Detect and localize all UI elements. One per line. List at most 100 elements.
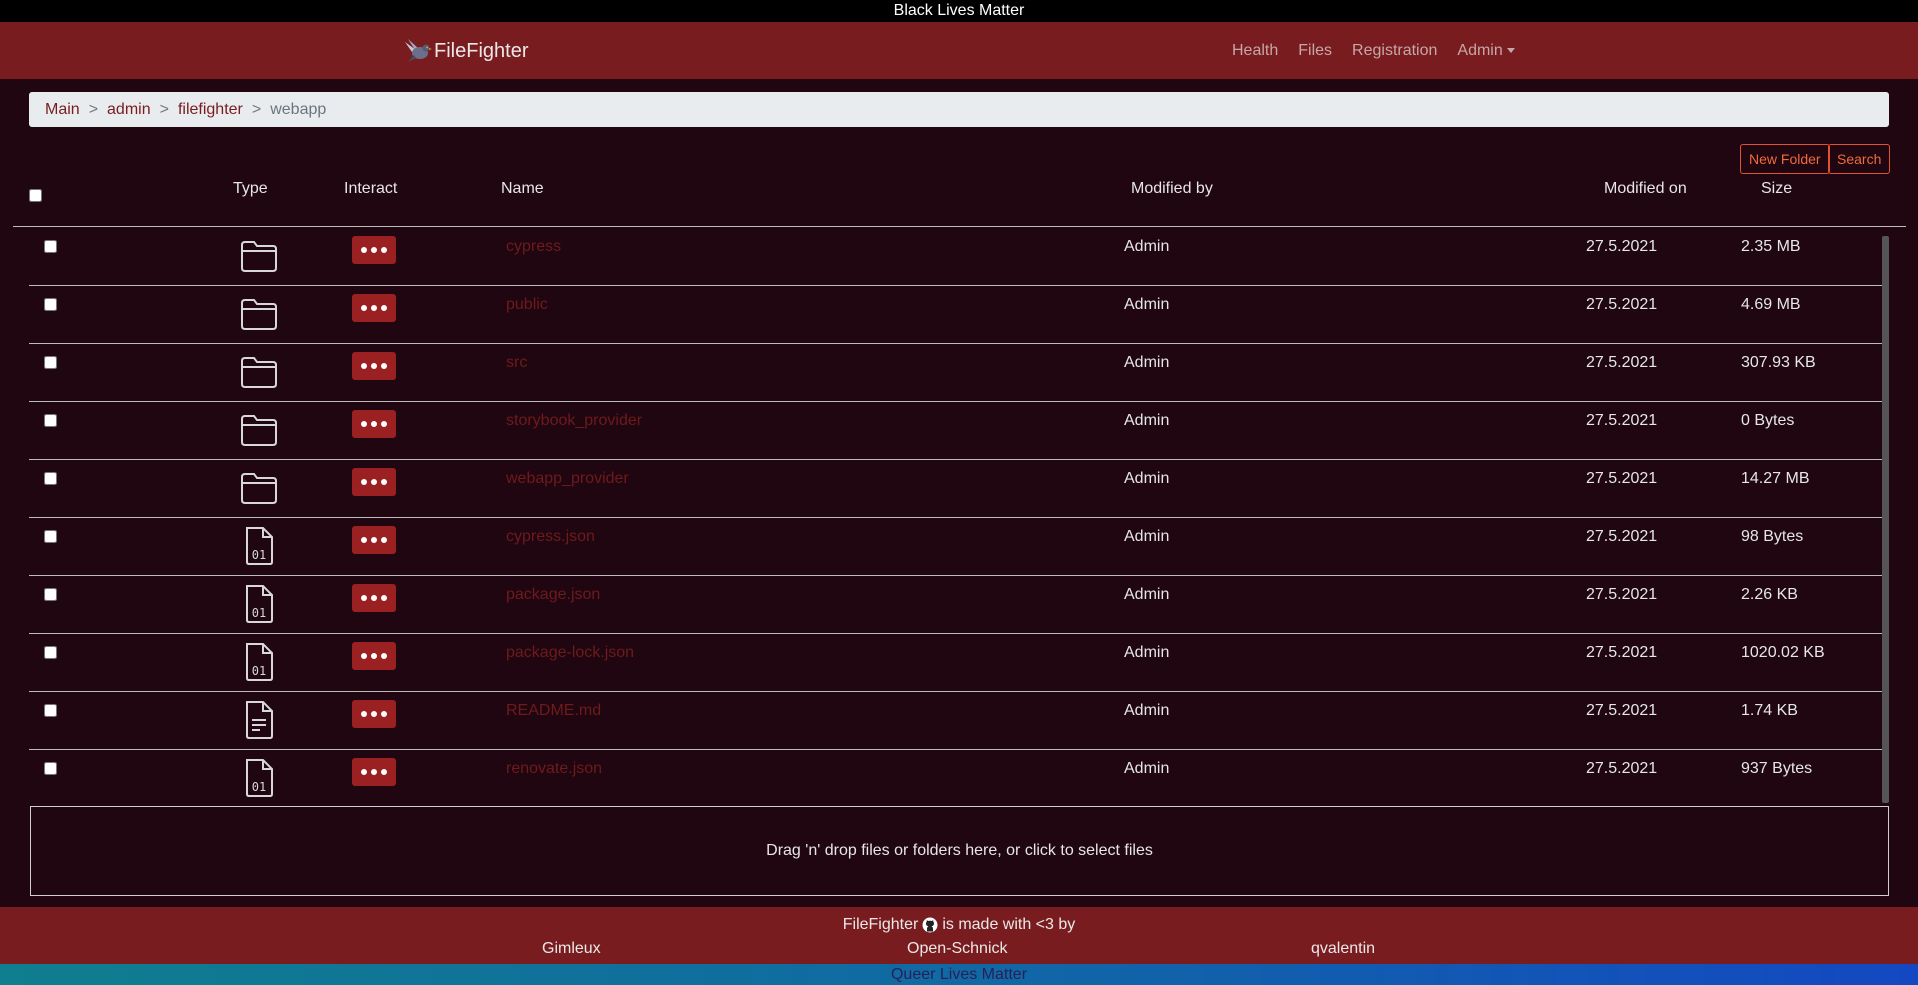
row-checkbox[interactable] bbox=[44, 298, 57, 311]
more-options-button[interactable] bbox=[352, 584, 396, 612]
row-checkbox[interactable] bbox=[44, 704, 57, 717]
row-checkbox[interactable] bbox=[44, 588, 57, 601]
file-size: 1020.02 KB bbox=[1741, 644, 1825, 661]
dot-icon bbox=[371, 595, 377, 601]
modified-by: Admin bbox=[1124, 354, 1170, 371]
header-modified-by[interactable]: Modified by bbox=[1131, 180, 1213, 198]
file-name-link[interactable]: renovate.json bbox=[506, 760, 602, 778]
table-row[interactable]: 01 renovate.json Admin 27.5.2021 937 Bytes bbox=[29, 750, 1882, 803]
more-options-button[interactable] bbox=[352, 352, 396, 380]
svg-text:01: 01 bbox=[252, 606, 266, 620]
header-name[interactable]: Name bbox=[501, 180, 544, 198]
modified-on: 27.5.2021 bbox=[1586, 354, 1658, 371]
table-row[interactable]: public Admin 27.5.2021 4.69 MB bbox=[29, 286, 1882, 344]
table-row[interactable]: storybook_provider Admin 27.5.2021 0 Bytes bbox=[29, 402, 1882, 460]
select-all-checkbox[interactable] bbox=[29, 189, 42, 202]
breadcrumb-main[interactable]: Main bbox=[45, 101, 80, 119]
contributor-link[interactable]: Gimleux bbox=[542, 940, 601, 958]
row-checkbox[interactable] bbox=[44, 646, 57, 659]
more-options-button[interactable] bbox=[352, 410, 396, 438]
contributor-link[interactable]: qvalentin bbox=[1311, 940, 1375, 958]
table-header: Type Interact Name Modified by Modified … bbox=[0, 180, 1918, 228]
table-row[interactable]: 01 cypress.json Admin 27.5.2021 98 Bytes bbox=[29, 518, 1882, 576]
file-size: 2.26 KB bbox=[1741, 586, 1798, 603]
dot-icon bbox=[381, 305, 387, 311]
modified-by: Admin bbox=[1124, 760, 1170, 777]
file-size: 0 Bytes bbox=[1741, 412, 1795, 429]
footer: FileFighter is made with <3 by Gimleux O… bbox=[0, 907, 1918, 964]
text-file-icon bbox=[238, 700, 280, 740]
more-options-button[interactable] bbox=[352, 236, 396, 264]
nav-health[interactable]: Health bbox=[1232, 42, 1278, 60]
dot-icon bbox=[381, 421, 387, 427]
search-button[interactable]: Search bbox=[1828, 144, 1891, 174]
dot-icon bbox=[361, 537, 367, 543]
more-options-button[interactable] bbox=[352, 526, 396, 554]
binary-file-icon: 01 bbox=[238, 526, 280, 566]
more-options-button[interactable] bbox=[352, 468, 396, 496]
dot-icon bbox=[381, 653, 387, 659]
row-checkbox[interactable] bbox=[44, 472, 57, 485]
more-options-button[interactable] bbox=[352, 758, 396, 786]
file-name-link[interactable]: cypress.json bbox=[506, 528, 595, 546]
file-name-link[interactable]: public bbox=[506, 296, 548, 314]
nav-admin-dropdown[interactable]: Admin bbox=[1457, 41, 1515, 60]
modified-on: 27.5.2021 bbox=[1586, 702, 1658, 719]
new-folder-button[interactable]: New Folder bbox=[1740, 144, 1830, 174]
file-name-link[interactable]: README.md bbox=[506, 702, 601, 720]
bottom-banner: Queer Lives Matter bbox=[0, 964, 1918, 985]
header-divider bbox=[13, 226, 1906, 227]
file-list[interactable]: cypress Admin 27.5.2021 2.35 MB public Admin 2… bbox=[29, 228, 1882, 803]
table-row[interactable]: webapp_provider Admin 27.5.2021 14.27 MB bbox=[29, 460, 1882, 518]
brand-name: FileFighter bbox=[434, 39, 529, 62]
more-options-button[interactable] bbox=[352, 700, 396, 728]
nav-admin-label: Admin bbox=[1457, 41, 1503, 59]
more-options-button[interactable] bbox=[352, 294, 396, 322]
table-row[interactable]: README.md Admin 27.5.2021 1.74 KB bbox=[29, 692, 1882, 750]
contributor-link[interactable]: Open-Schnick bbox=[907, 940, 1008, 958]
modified-by: Admin bbox=[1124, 238, 1170, 255]
nav-registration[interactable]: Registration bbox=[1352, 42, 1437, 60]
dot-icon bbox=[361, 769, 367, 775]
dot-icon bbox=[371, 305, 377, 311]
row-checkbox[interactable] bbox=[44, 356, 57, 369]
table-row[interactable]: cypress Admin 27.5.2021 2.35 MB bbox=[29, 228, 1882, 286]
file-name-link[interactable]: webapp_provider bbox=[506, 470, 629, 488]
more-options-button[interactable] bbox=[352, 642, 396, 670]
file-name-link[interactable]: package-lock.json bbox=[506, 644, 634, 662]
dot-icon bbox=[361, 421, 367, 427]
row-checkbox[interactable] bbox=[44, 762, 57, 775]
table-row[interactable]: 01 package-lock.json Admin 27.5.2021 1020.02… bbox=[29, 634, 1882, 692]
breadcrumb-filefighter[interactable]: filefighter bbox=[178, 101, 243, 119]
file-size: 937 Bytes bbox=[1741, 760, 1813, 777]
modified-on: 27.5.2021 bbox=[1586, 528, 1658, 545]
nav-files[interactable]: Files bbox=[1298, 42, 1332, 60]
modified-on: 27.5.2021 bbox=[1586, 644, 1658, 661]
row-checkbox[interactable] bbox=[44, 240, 57, 253]
header-size[interactable]: Size bbox=[1761, 180, 1792, 198]
dot-icon bbox=[361, 247, 367, 253]
dot-icon bbox=[371, 537, 377, 543]
file-name-link[interactable]: cypress bbox=[506, 238, 561, 256]
table-row[interactable]: src Admin 27.5.2021 307.93 KB bbox=[29, 344, 1882, 402]
row-checkbox[interactable] bbox=[44, 414, 57, 427]
modified-on: 27.5.2021 bbox=[1586, 470, 1658, 487]
file-name-link[interactable]: storybook_provider bbox=[506, 412, 642, 430]
header-modified-on[interactable]: Modified on bbox=[1604, 180, 1687, 198]
scrollbar[interactable] bbox=[1882, 236, 1889, 803]
file-name-link[interactable]: package.json bbox=[506, 586, 600, 604]
row-checkbox[interactable] bbox=[44, 530, 57, 543]
folder-icon bbox=[238, 410, 280, 450]
table-row[interactable]: 01 package.json Admin 27.5.2021 2.26 KB bbox=[29, 576, 1882, 634]
breadcrumb-current: webapp bbox=[270, 100, 327, 118]
footer-brand[interactable]: FileFighter bbox=[843, 916, 919, 934]
dot-icon bbox=[361, 653, 367, 659]
breadcrumb-admin[interactable]: admin bbox=[107, 101, 151, 119]
dot-icon bbox=[371, 363, 377, 369]
dot-icon bbox=[361, 363, 367, 369]
brand[interactable]: FileFighter bbox=[402, 34, 528, 68]
upload-dropzone[interactable]: Drag 'n' drop files or folders here, or … bbox=[30, 806, 1889, 896]
github-icon[interactable] bbox=[922, 917, 938, 933]
file-size: 2.35 MB bbox=[1741, 238, 1801, 255]
file-name-link[interactable]: src bbox=[506, 354, 527, 372]
